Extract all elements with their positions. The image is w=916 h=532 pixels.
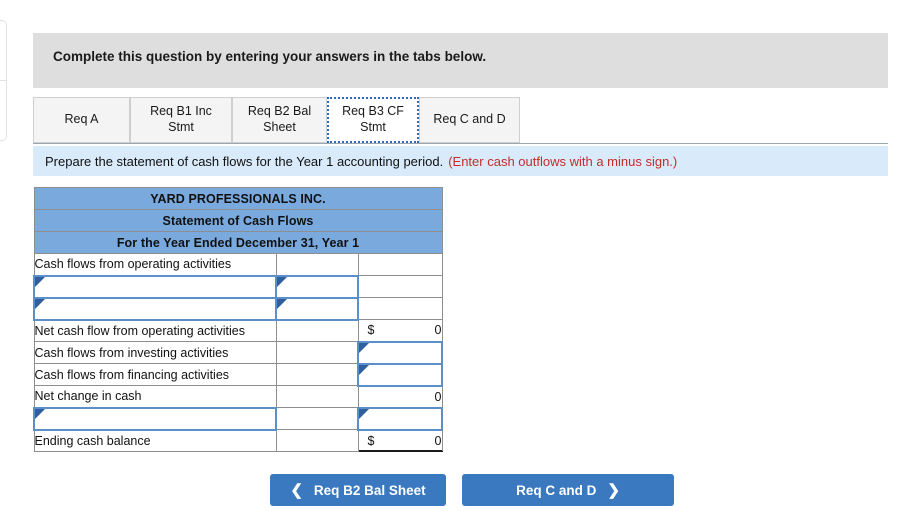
table-row <box>33 406 443 431</box>
left-panel-divider <box>0 80 7 81</box>
row-value: 0 <box>434 323 442 338</box>
prev-button-label: Req B2 Bal Sheet <box>313 482 426 498</box>
cash-flow-statement-table: YARD PROFESSIONALS INC. Statement of Cas… <box>33 187 443 452</box>
dropdown-triangle-icon <box>35 408 45 419</box>
table-row: Cash flows from operating activities <box>33 253 443 276</box>
tab-req-b2-bal-sheet[interactable]: Req B2 Bal Sheet <box>232 97 327 143</box>
tab-req-b3-cf-stmt[interactable]: Req B3 CF Stmt <box>327 97 419 143</box>
table-row-statement-title: Statement of Cash Flows <box>33 209 443 232</box>
tab-req-a[interactable]: Req A <box>33 97 130 143</box>
row-value-cell <box>357 253 443 276</box>
row-value-cell: $0 <box>357 429 443 452</box>
dropdown-triangle-icon <box>359 342 369 353</box>
tab-label-line2: Stmt <box>360 120 386 134</box>
dropdown-triangle-icon <box>359 408 369 419</box>
prompt-bar: Prepare the statement of cash flows for … <box>33 146 888 176</box>
tab-label-line1: Req B3 CF <box>342 104 404 119</box>
row-mid-cell <box>275 253 359 276</box>
row-mid-cell <box>275 385 359 408</box>
statement-period: For the Year Ended December 31, Year 1 <box>33 231 443 254</box>
row-label: Cash flows from investing activities <box>33 341 277 364</box>
row-value-input[interactable] <box>357 362 443 387</box>
dropdown-triangle-icon <box>359 364 369 375</box>
tab-label-line2: Sheet <box>263 120 296 134</box>
table-row-company-title: YARD PROFESSIONALS INC. <box>33 187 443 210</box>
chevron-right-icon: ❯ <box>607 481 620 499</box>
prompt-text: Prepare the statement of cash flows for … <box>45 153 444 169</box>
row-mid-cell <box>275 319 359 342</box>
row-value-cell <box>357 297 443 320</box>
table-row: Cash flows from financing activities <box>33 362 443 387</box>
prev-req-b2-bal-sheet-button[interactable]: ❮ Req B2 Bal Sheet <box>270 474 446 506</box>
dropdown-triangle-icon <box>277 276 287 287</box>
question-panel: Complete this question by entering your … <box>0 0 916 532</box>
row-value-input[interactable] <box>357 340 443 365</box>
tab-req-c-and-d[interactable]: Req C and D <box>419 97 520 143</box>
row-value-cell: 0 <box>357 385 443 408</box>
row-label-input[interactable] <box>33 296 277 321</box>
prompt-text-wrapper: Prepare the statement of cash flows for … <box>33 154 677 169</box>
row-label: Net change in cash <box>33 385 277 408</box>
dropdown-triangle-icon <box>35 298 45 309</box>
row-mid-input[interactable] <box>275 296 359 321</box>
tab-label: Req C and D <box>433 112 506 127</box>
table-row <box>33 274 443 299</box>
statement-company-name: YARD PROFESSIONALS INC. <box>33 187 443 210</box>
row-label: Net cash flow from operating activities <box>33 319 277 342</box>
table-row: Net cash flow from operating activities … <box>33 319 443 342</box>
row-value: 0 <box>434 389 442 404</box>
tab-strip: Req A Req B1 Inc Stmt Req B2 Bal Sheet R… <box>33 97 888 144</box>
table-row <box>33 296 443 321</box>
row-label: Cash flows from financing activities <box>33 363 277 386</box>
tab-req-b1-inc-stmt[interactable]: Req B1 Inc Stmt <box>130 97 232 143</box>
row-label: Ending cash balance <box>33 429 277 452</box>
next-req-c-and-d-button[interactable]: Req C and D ❯ <box>462 474 674 506</box>
row-mid-cell <box>275 407 359 430</box>
row-mid-cell <box>275 341 359 364</box>
row-mid-cell <box>275 429 359 452</box>
tab-baseline <box>33 143 888 144</box>
row-mid-cell <box>275 363 359 386</box>
tab-label: Req A <box>64 112 99 127</box>
table-row: Cash flows from investing activities <box>33 340 443 365</box>
row-value-cell <box>357 275 443 298</box>
currency-symbol: $ <box>367 323 375 338</box>
prompt-note: (Enter cash outflows with a minus sign.) <box>448 153 678 169</box>
tab-label-line2: Stmt <box>168 120 194 134</box>
row-mid-input[interactable] <box>275 274 359 299</box>
row-label-input[interactable] <box>33 274 277 299</box>
tab-label-line1: Req B1 Inc <box>150 104 212 119</box>
statement-title: Statement of Cash Flows <box>33 209 443 232</box>
tab-label-line1: Req B2 Bal <box>247 104 312 119</box>
chevron-left-icon: ❮ <box>290 481 303 499</box>
row-value-cell: $0 <box>357 319 443 342</box>
next-button-label: Req C and D <box>516 482 597 498</box>
dropdown-triangle-icon <box>277 298 287 309</box>
currency-symbol: $ <box>367 433 375 448</box>
row-value: 0 <box>434 433 442 448</box>
row-label: Cash flows from operating activities <box>33 253 277 276</box>
question-header-text: Complete this question by entering your … <box>53 49 487 64</box>
table-row: Net change in cash 0 <box>33 385 443 408</box>
dropdown-triangle-icon <box>35 276 45 287</box>
row-value-input[interactable] <box>357 406 443 431</box>
table-row: Ending cash balance $0 <box>33 429 443 452</box>
row-label-input[interactable] <box>33 406 277 431</box>
table-row-period: For the Year Ended December 31, Year 1 <box>33 231 443 254</box>
question-header-bar: Complete this question by entering your … <box>33 33 888 88</box>
